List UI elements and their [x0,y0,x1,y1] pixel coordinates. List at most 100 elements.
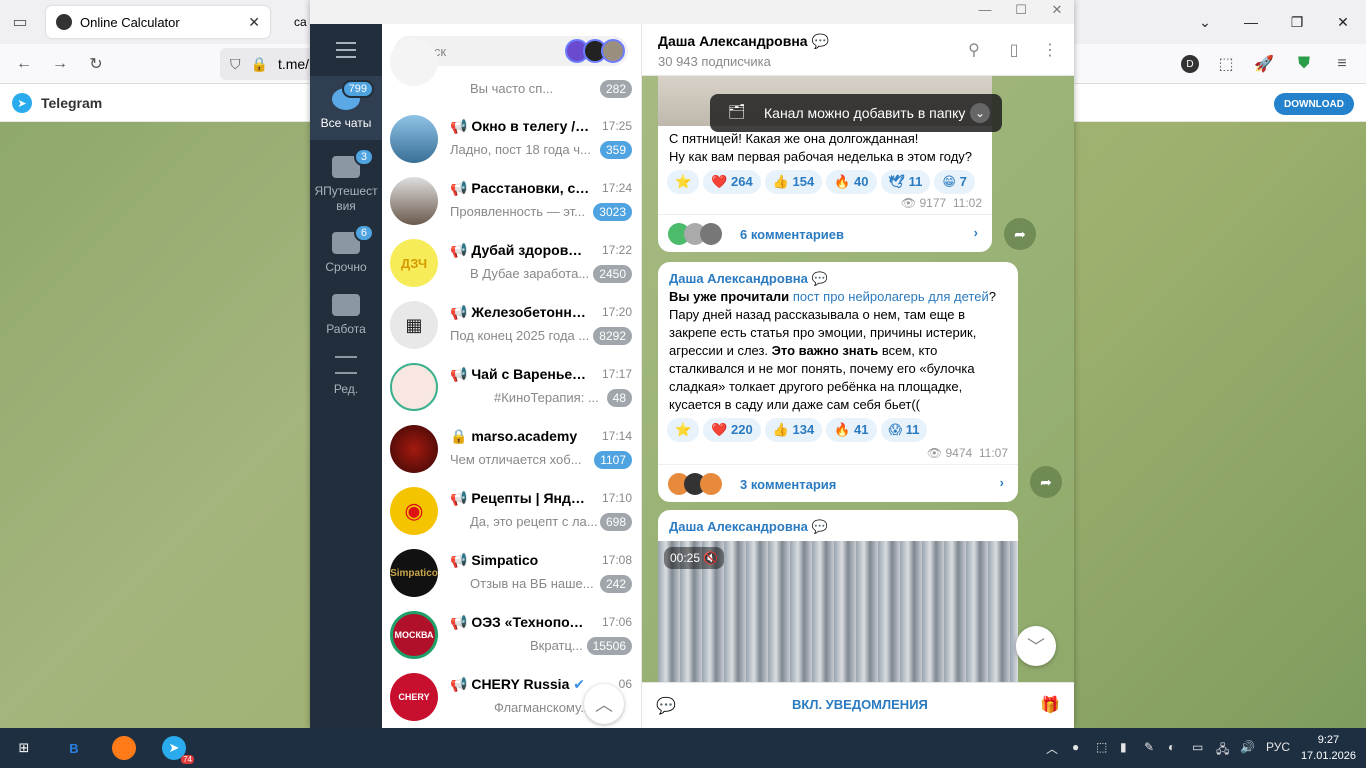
clock-time: 9:27 [1317,734,1340,746]
scroll-down-button[interactable]: ﹀ [1016,626,1056,666]
download-button[interactable]: DOWNLOAD [1274,93,1354,115]
account-icon[interactable]: D [1178,52,1202,76]
unread-count: 698 [599,513,632,531]
channel-title: Даша Александровна 💬 [658,33,829,49]
folder-edit[interactable]: Ред. [310,350,382,400]
reaction-heart[interactable]: ❤️ 264 [703,170,761,194]
tray-app-icon[interactable]: ● [1072,740,1079,754]
reaction-thumbs-up[interactable]: 👍 134 [764,418,823,442]
comments-icon[interactable]: 💬 [656,696,676,716]
window-maximize-icon[interactable]: ☐ [1004,2,1038,22]
chat-name: 📢 Simpatico [450,552,539,568]
extensions-icon[interactable]: ⬚ [1214,52,1238,76]
chat-preview: Да, это рецепт с ла... [470,514,598,529]
comments-link[interactable]: 3 комментария › [658,464,1018,502]
sidebar-toggle-icon[interactable]: ▯ [1004,40,1024,60]
share-button[interactable]: ➦ [1004,218,1036,250]
language-indicator[interactable]: РУС [1266,740,1290,754]
reaction-star[interactable]: ⭐ [667,418,700,442]
tab-overflow-icon[interactable]: ⌄ [1182,0,1228,44]
chat-item[interactable]: 📢 Расстановки, с Ла... 17:24 Проявленнос… [382,170,641,232]
reaction-heart[interactable]: ❤️ 220 [703,418,761,442]
forward-icon[interactable]: → [48,52,72,76]
message-video-post[interactable]: Даша Александровна 💬 00:25 🔇 [658,510,1018,690]
chevron-right-icon: › [999,475,1004,490]
vpn-shield-icon[interactable]: ⛊ [1292,52,1316,76]
chat-item[interactable]: ◉ 📢 Рецепты | Яндекс... 17:10 Да, это ре… [382,480,641,542]
reaction-grin[interactable]: 😁 7 [934,170,975,194]
add-to-folder-toast[interactable]: 🗂 Канал можно добавить в папку ⌄ [710,94,1002,132]
chat-item[interactable]: МОСКВА 📢 ОЭЗ «Технополис ... 17:06 Вкрат… [382,604,641,666]
reaction-dove[interactable]: 🕊 11 [880,170,931,194]
folder-all-chats[interactable]: 799 Все чаты [310,76,382,140]
tab-online-calculator[interactable]: Online Calculator ✕ [46,6,270,38]
chat-item[interactable]: Simpatico 📢 Simpatico 17:08 Отзыв на ВБ … [382,542,641,604]
window-close-icon[interactable]: ✕ [1040,2,1074,22]
reaction-fire[interactable]: 🔥 41 [826,418,877,442]
reaction-fire[interactable]: 🔥 40 [826,170,877,194]
show-hidden-icons[interactable]: ︿ [1046,740,1058,757]
scroll-up-button[interactable]: ︿ [584,684,624,724]
close-tab-icon[interactable]: ✕ [248,14,260,31]
chat-time: 17:24 [601,181,632,195]
battery-icon[interactable]: ▭ [1192,740,1203,754]
channel-header[interactable]: Даша Александровна 💬 30 943 подписчика ⚲… [642,24,1074,76]
tray-app-icon[interactable]: ◐ [1168,740,1175,754]
folder-urgent[interactable]: 6 Срочно [310,224,382,276]
minimize-icon[interactable]: — [1228,0,1274,44]
chat-item[interactable]: 🔒 marso.academy 17:14 Чем отличается хоб… [382,418,641,480]
chats-icon: 799 [332,80,374,110]
app-icon[interactable]: B [62,736,86,760]
video-player[interactable]: 00:25 🔇 [658,541,1018,690]
gift-icon[interactable]: 🎁 [1040,695,1060,715]
telegram-taskbar-icon[interactable]: ➤ 74 [162,736,194,764]
network-icon[interactable]: 🖧 [1216,740,1229,761]
more-options-icon[interactable]: ⋮ [1040,40,1060,60]
commenter-avatars [668,223,722,245]
hamburger-menu-icon[interactable] [336,42,356,58]
close-window-icon[interactable]: ✕ [1320,0,1366,44]
folder-travel[interactable]: 3 ЯПутешествия [310,148,382,213]
tab-title: Online Calculator [80,14,180,30]
tray-app-icon[interactable]: ▮ [1120,740,1127,754]
chevron-down-icon[interactable]: ⌄ [970,103,990,123]
chat-avatar: МОСКВА [390,611,438,659]
back-icon[interactable]: ← [12,52,36,76]
tray-app-icon[interactable]: ✎ [1144,740,1154,754]
chat-item[interactable]: 📢 Чай с Вареньем | ... 17:17 #КиноТерапи… [382,356,641,418]
chat-item[interactable]: ▦ 📢 Железобетонный... 17:20 Под конец 20… [382,294,641,356]
chat-avatar: ▦ [390,301,438,349]
message-link[interactable]: пост про нейролагерь для детей [793,289,989,304]
unread-count: 282 [599,80,632,98]
reaction-star[interactable]: ⭐ [667,170,700,194]
folder-work[interactable]: Работа [310,288,382,338]
enable-notifications-button[interactable]: ВКЛ. УВЕДОМЛЕНИЯ [792,697,928,712]
search-icon[interactable]: ⚲ [964,40,984,60]
reaction-scream[interactable]: 😱 11 [880,418,928,442]
window-minimize-icon[interactable]: — [968,2,1002,22]
menu-icon[interactable]: ≡ [1330,52,1354,76]
comments-link[interactable]: 6 комментариев › [658,214,992,252]
unread-count: 2450 [593,265,632,283]
reload-icon[interactable]: ↻ [84,52,108,76]
chat-time: 17:20 [601,305,632,319]
chat-item[interactable]: ДЗЧ 📢 Дубай здорового ... 17:22 В Дубае … [382,232,641,294]
reaction-thumbs-up[interactable]: 👍 154 [764,170,823,194]
chat-item[interactable]: 📢 Окно в телегу / Б... 17:25 Ладно, пост… [382,108,641,170]
message-post[interactable]: Даша Александровна 💬 Вы уже прочитали по… [658,262,1018,502]
chat-preview: В Дубае заработа... [470,266,590,281]
start-icon[interactable]: ⊞ [12,736,36,760]
folder-icon: 6 [332,224,374,254]
restore-icon[interactable]: ❐ [1274,0,1320,44]
window-title-bar: — ☐ ✕ [310,0,1074,24]
url-bar[interactable]: ⛉ 🔒 t.me/ [220,48,320,80]
screenshot-icon[interactable]: ⬚ [1096,740,1107,754]
message-author: Даша Александровна 💬 [669,271,828,286]
firefox-icon[interactable] [112,736,136,760]
folder-icon [332,294,360,316]
clock[interactable]: 9:27 17.01.2026 [1301,732,1356,764]
share-button[interactable]: ➦ [1030,466,1062,498]
rocket-extension-icon[interactable]: 🚀 [1252,52,1276,76]
volume-icon[interactable]: 🔊 [1240,740,1255,754]
tab-list-icon[interactable]: ▭ [8,10,32,34]
